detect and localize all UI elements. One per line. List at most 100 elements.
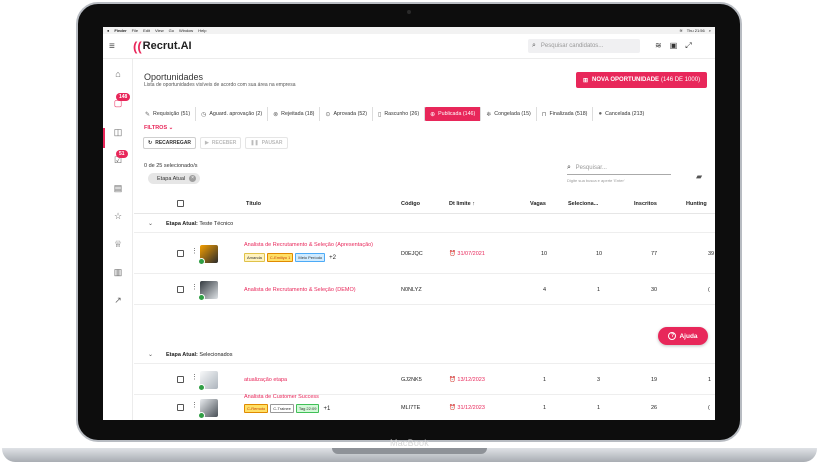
home-icon[interactable]: ⌂ xyxy=(103,69,133,79)
menu-go[interactable]: Go xyxy=(169,28,174,33)
fullscreen-icon[interactable]: ⤢ xyxy=(685,41,691,51)
table-row[interactable]: ⋮ Analista de Recrutamento & Seleção (DE… xyxy=(134,275,715,305)
menu-window[interactable]: Window xyxy=(179,28,193,33)
reload-button[interactable]: ↻ RECARREGAR xyxy=(143,137,197,149)
check-circle-icon: ⊙ xyxy=(325,111,331,118)
menubar-status: ≋ Thu 21:56 ⌕ xyxy=(679,28,711,33)
tab-aprovada[interactable]: ⊙ Aprovada (52) xyxy=(320,107,374,121)
new-opportunity-count: (146 DE 1000) xyxy=(661,77,701,83)
hunting: 1 xyxy=(708,377,712,383)
candidate-search-placeholder: Pesquisar candidatos... xyxy=(540,43,604,49)
help-button[interactable]: ? Ajuda xyxy=(658,327,708,345)
menu-view[interactable]: View xyxy=(155,28,164,33)
hunting: ( xyxy=(708,405,710,411)
tab-rejeitada[interactable]: ⊗ Rejeitada (18) xyxy=(268,107,321,121)
table-row[interactable]: ⋮ atualização etapa GJ2NK5 ⏰ 13/12/2023 … xyxy=(134,365,715,395)
tag: C-Emiliyo 1 xyxy=(266,253,294,262)
tab-label: Requisição (51) xyxy=(153,111,191,117)
menu-help[interactable]: Help xyxy=(198,28,206,33)
camera xyxy=(407,10,411,14)
close-icon[interactable]: × xyxy=(189,175,197,182)
book-icon[interactable]: ▤ xyxy=(103,183,133,194)
alarm-icon: ⏰ xyxy=(449,251,456,257)
clock-icon: ◷ xyxy=(201,111,207,118)
wifi-icon[interactable]: ≋ xyxy=(655,41,662,51)
group-row[interactable]: ⌄ Etapa Atual: Selecionados xyxy=(134,346,715,364)
receive-button[interactable]: ▶ RECEBER xyxy=(200,137,242,149)
star-icon[interactable]: ☆ xyxy=(103,211,133,222)
tab-requisicao[interactable]: ✎ Requisição (51) xyxy=(140,107,197,121)
job-title-link[interactable]: Analista de Recrutamento & Seleção (DEMO… xyxy=(244,287,356,293)
globe-icon: ⊕ xyxy=(430,111,436,118)
more-tags[interactable]: +2 xyxy=(329,255,336,261)
tab-publicada[interactable]: ⊕ Publicada (146) xyxy=(425,107,482,121)
job-code: D0EJQC xyxy=(401,251,423,257)
new-opportunity-button[interactable]: ⊞ NOVA OPORTUNIDADE (146 DE 1000) xyxy=(576,72,707,88)
page-subtitle: Lista de oportunidades visíveis de acord… xyxy=(144,82,296,88)
chevron-down-icon[interactable]: ⌄ xyxy=(148,220,153,227)
tab-rascunho[interactable]: ▯ Rascunho (26) xyxy=(373,107,426,121)
filters-toggle[interactable]: FILTROS ⌄ xyxy=(144,125,173,131)
logo[interactable]: (( Recrut.AI xyxy=(133,39,192,54)
new-opportunity-label: NOVA OPORTUNIDADE xyxy=(592,77,660,83)
tab-finalizada[interactable]: ⊓ Finalizada (518) xyxy=(537,107,594,121)
question-icon: ? xyxy=(668,332,677,340)
group-title: Etapa Atual: Selecionados xyxy=(166,352,232,358)
trophy-icon[interactable]: ♕ xyxy=(103,239,133,250)
alarm-icon: ⏰ xyxy=(449,405,456,411)
col-vagas[interactable]: Vagas xyxy=(530,201,546,207)
more-tags[interactable]: +1 xyxy=(323,406,330,412)
tab-cancelada[interactable]: ● Cancelada (213) xyxy=(593,107,649,121)
trend-icon[interactable]: ↗ xyxy=(103,295,133,306)
clock[interactable]: Thu 21:56 xyxy=(687,28,705,33)
inscritos: 26 xyxy=(651,405,658,411)
menu-finder[interactable]: Finder xyxy=(114,28,126,33)
etapa-atual-chip[interactable]: Etapa Atual × xyxy=(148,173,201,184)
table-row[interactable]: ⋮ Analista de Customer Success C-Remoto … xyxy=(134,394,715,420)
pause-button[interactable]: ❚❚ PAUSAR xyxy=(245,137,288,149)
deadline-date: 31/12/2023 xyxy=(457,405,485,411)
search-icon[interactable]: ⌕ xyxy=(709,28,711,33)
save-icon[interactable]: ▰ xyxy=(696,172,702,181)
apple-icon[interactable]: ● xyxy=(107,28,109,33)
vagas: 1 xyxy=(543,405,547,411)
candidate-search-input[interactable]: ⌕ Pesquisar candidatos... xyxy=(528,39,640,53)
chevron-down-icon: ⌄ xyxy=(168,125,174,131)
table-row[interactable]: ⋮ Analista de Recrutamento & Seleção (Ap… xyxy=(134,234,715,274)
job-title-link[interactable]: Analista de Recrutamento & Seleção (Apre… xyxy=(244,242,373,248)
job-title-link[interactable]: Analista de Customer Success xyxy=(244,394,319,400)
vagas: 1 xyxy=(543,377,547,383)
group-row[interactable]: ⌄ Etapa Atual: Teste Técnico xyxy=(134,215,715,233)
col-inscritos[interactable]: Inscritos xyxy=(634,201,657,207)
menu-file[interactable]: File xyxy=(132,28,138,33)
more-vertical-icon[interactable]: ⋮ xyxy=(191,373,198,381)
col-hunting[interactable]: Hunting xyxy=(686,201,707,207)
wifi-icon[interactable]: ≋ xyxy=(679,28,682,33)
col-selecionados[interactable]: Seleciona... xyxy=(568,201,598,207)
more-vertical-icon[interactable]: ⋮ xyxy=(191,247,198,255)
more-vertical-icon[interactable]: ⋮ xyxy=(191,283,198,291)
edit-icon: ✎ xyxy=(145,111,151,118)
menu-edit[interactable]: Edit xyxy=(143,28,150,33)
play-icon xyxy=(198,384,205,391)
row-checkbox[interactable] xyxy=(177,376,184,383)
tab-aguard-aprovacao[interactable]: ◷ Aguard. aprovação (2) xyxy=(196,107,269,121)
chevron-down-icon[interactable]: ⌄ xyxy=(148,351,153,358)
more-vertical-icon[interactable]: ⋮ xyxy=(191,401,198,409)
col-dt-limite[interactable]: Dt limite ↑ xyxy=(449,201,475,207)
row-checkbox[interactable] xyxy=(177,404,184,411)
integration-icon[interactable]: ▣ xyxy=(670,41,678,51)
select-all-checkbox[interactable] xyxy=(177,200,184,207)
menu-icon[interactable]: ≡ xyxy=(109,41,121,52)
opportunity-search-input[interactable]: ⌕ Pesquisar... xyxy=(567,164,671,175)
tab-congelada[interactable]: ❄ Congelada (15) xyxy=(481,107,537,121)
col-codigo[interactable]: Código xyxy=(401,201,420,207)
row-checkbox[interactable] xyxy=(177,286,184,293)
tab-label: Aprovada (52) xyxy=(333,111,368,117)
col-titulo[interactable]: Título xyxy=(246,201,261,207)
row-checkbox[interactable] xyxy=(177,250,184,257)
app-screen: ● Finder File Edit View Go Window Help ≋… xyxy=(103,27,715,420)
bar-chart-icon[interactable]: ▥ xyxy=(103,267,133,278)
chart-icon[interactable]: ◫ xyxy=(103,127,133,138)
job-title-link[interactable]: atualização etapa xyxy=(244,377,287,383)
